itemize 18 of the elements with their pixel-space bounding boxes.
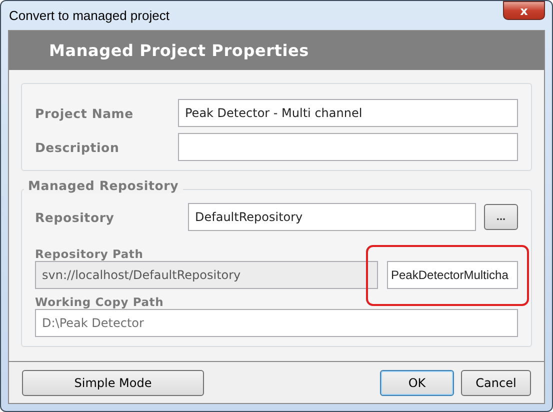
browse-button[interactable]: ... [484, 204, 518, 230]
text-field: D:\Peak Detector [35, 309, 518, 337]
text-field[interactable]: DefaultRepository [188, 203, 476, 231]
dialog-button[interactable]: Cancel [461, 370, 531, 396]
text-field[interactable]: Peak Detector - Multi channel [178, 99, 518, 127]
field-label: Project Name [35, 106, 134, 120]
dialog-button[interactable]: OK [380, 370, 454, 396]
text-field: svn://localhost/DefaultRepository [35, 261, 378, 289]
field-label: Repository [35, 210, 116, 224]
close-button[interactable]: x [503, 1, 545, 20]
group-legend: Managed Repository [24, 178, 183, 193]
dialog-button[interactable]: Simple Mode [22, 370, 204, 396]
text-field[interactable] [178, 133, 518, 161]
field-label: Description [35, 140, 120, 154]
header-title: Managed Project Properties [49, 41, 309, 60]
field-label: Working Copy Path [35, 295, 165, 309]
window-title: Convert to managed project [8, 8, 170, 23]
field-label: Repository Path [35, 247, 144, 261]
